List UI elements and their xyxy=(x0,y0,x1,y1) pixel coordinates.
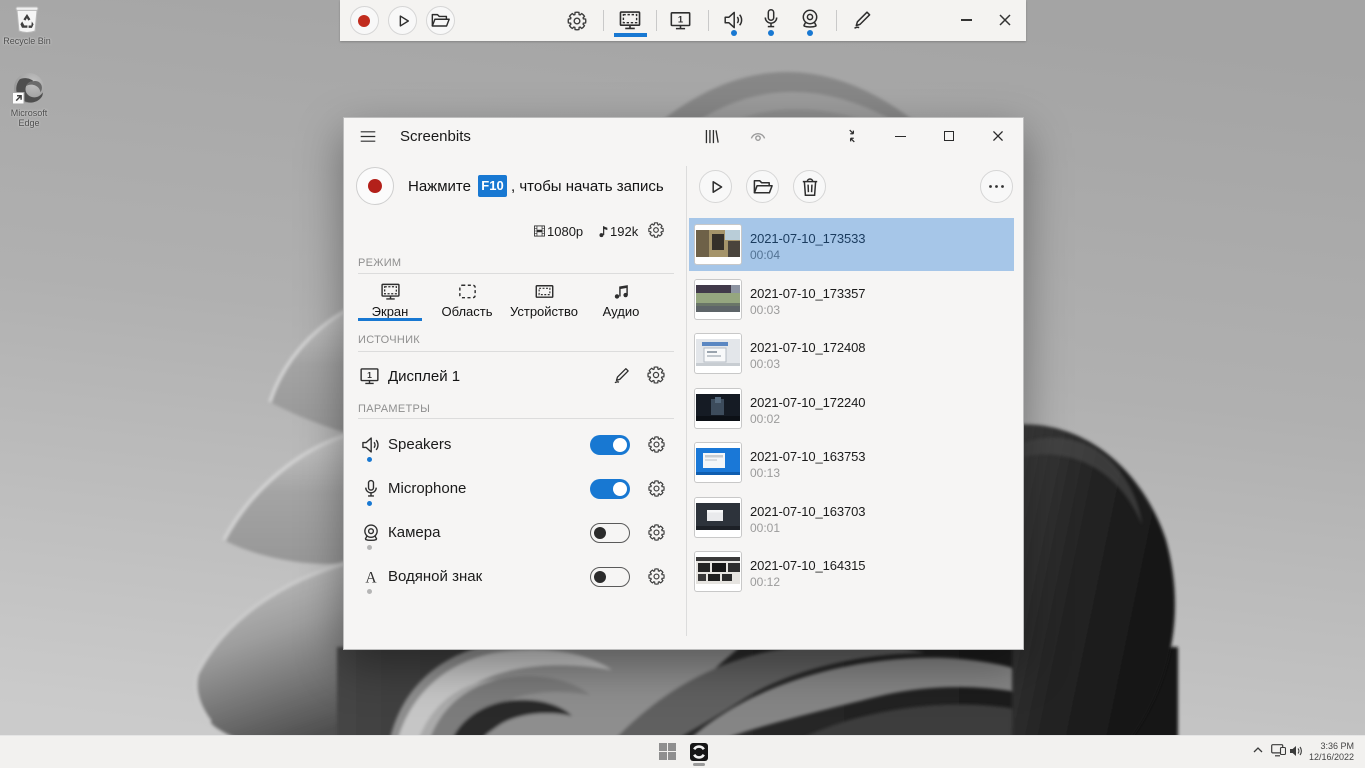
svg-text:A: A xyxy=(365,570,377,587)
